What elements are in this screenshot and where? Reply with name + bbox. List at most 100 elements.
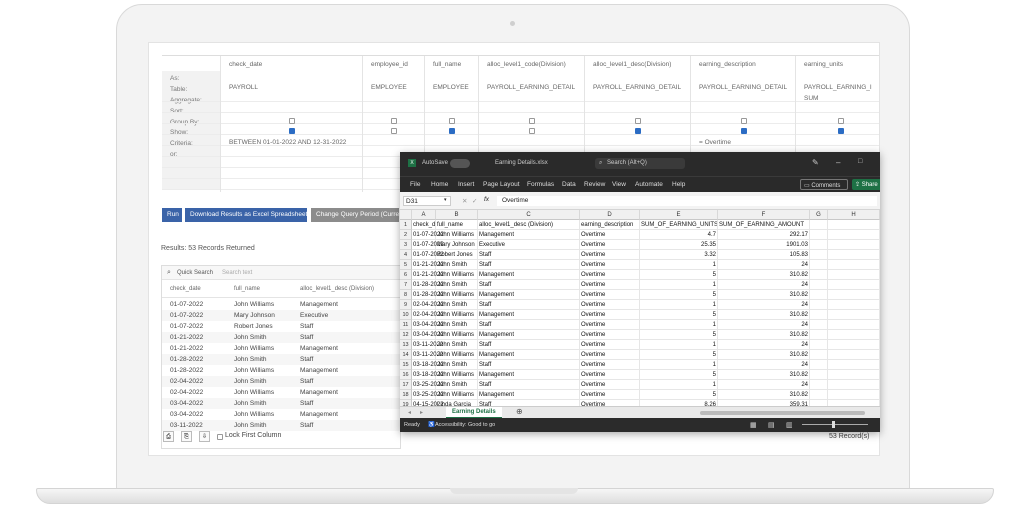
- normal-view-icon[interactable]: ▦: [750, 421, 757, 429]
- table-row[interactable]: 01-28-2022 John Williams Management: [162, 365, 402, 376]
- cell[interactable]: 01-07-2022: [412, 250, 444, 260]
- confirm-icon[interactable]: ✓: [472, 197, 477, 205]
- cell[interactable]: Management: [478, 270, 580, 280]
- cell[interactable]: 03-04-2022: [412, 320, 444, 330]
- cell[interactable]: Overtime: [580, 350, 640, 360]
- cell[interactable]: [810, 220, 828, 230]
- cell[interactable]: Overtime: [580, 330, 640, 340]
- group-by-checkbox[interactable]: [741, 118, 747, 124]
- ribbon-tab[interactable]: Automate: [635, 181, 663, 188]
- horizontal-scrollbar[interactable]: [700, 411, 865, 415]
- query-column-table[interactable]: PAYROLL: [229, 84, 258, 91]
- cell[interactable]: 310.82: [718, 310, 810, 320]
- cell[interactable]: 01-07-2022: [412, 230, 444, 240]
- cell[interactable]: 1: [640, 380, 718, 390]
- cell[interactable]: John Smith: [436, 320, 478, 330]
- table-row[interactable]: 03-11-2022 John Smith Staff: [162, 420, 402, 431]
- cell[interactable]: John Williams: [436, 330, 478, 340]
- cell[interactable]: 1: [640, 360, 718, 370]
- cell[interactable]: Management: [478, 290, 580, 300]
- comments-button[interactable]: ▭ Comments: [800, 179, 848, 190]
- cell[interactable]: [828, 230, 880, 240]
- table-row[interactable]: 01-28-2022 John Smith Staff: [162, 354, 402, 365]
- cell[interactable]: [810, 230, 828, 240]
- cell[interactable]: 01-28-2022: [412, 280, 444, 290]
- query-column-aggregate[interactable]: SUM: [804, 95, 818, 102]
- row-header[interactable]: 7: [400, 280, 412, 290]
- cell[interactable]: [810, 350, 828, 360]
- cell[interactable]: full_name: [436, 220, 478, 230]
- cell[interactable]: John Williams: [436, 290, 478, 300]
- cell[interactable]: John Williams: [436, 350, 478, 360]
- ribbon-tab[interactable]: Data: [562, 181, 576, 188]
- cell[interactable]: Staff: [478, 280, 580, 290]
- group-by-checkbox[interactable]: [391, 118, 397, 124]
- ribbon-tab[interactable]: Help: [672, 181, 685, 188]
- cell[interactable]: 5: [640, 370, 718, 380]
- grid-header-check-date[interactable]: check_date: [170, 286, 201, 292]
- cell[interactable]: 03-25-2022: [412, 380, 444, 390]
- print-icon[interactable]: ⎙: [163, 431, 174, 442]
- cell[interactable]: John Williams: [436, 310, 478, 320]
- column-header[interactable]: B: [436, 210, 478, 220]
- cell[interactable]: [810, 260, 828, 270]
- cell[interactable]: [828, 350, 880, 360]
- table-row[interactable]: 02-04-2022 John Smith Staff: [162, 376, 402, 387]
- cell[interactable]: Overtime: [580, 270, 640, 280]
- row-header[interactable]: 9: [400, 300, 412, 310]
- chevron-down-icon[interactable]: ▾: [444, 197, 447, 203]
- cell[interactable]: 24: [718, 380, 810, 390]
- query-column-field[interactable]: alloc_level1_desc(Division): [593, 61, 671, 68]
- cell[interactable]: [828, 330, 880, 340]
- page-layout-icon[interactable]: ▤: [768, 421, 775, 429]
- cell[interactable]: Staff: [478, 320, 580, 330]
- cell[interactable]: John Williams: [436, 370, 478, 380]
- cell[interactable]: Overtime: [580, 240, 640, 250]
- cell[interactable]: John Smith: [436, 280, 478, 290]
- cell[interactable]: Overtime: [580, 290, 640, 300]
- query-column-field[interactable]: employee_id: [371, 61, 408, 68]
- query-column-criteria[interactable]: BETWEEN 01-01-2022 AND 12-31-2022: [229, 139, 346, 146]
- pen-icon[interactable]: ✎: [812, 158, 819, 167]
- cell[interactable]: 24: [718, 300, 810, 310]
- group-by-checkbox[interactable]: [449, 118, 455, 124]
- column-header[interactable]: A: [412, 210, 436, 220]
- cell[interactable]: [828, 390, 880, 400]
- table-row[interactable]: 03-04-2022 John Smith Staff: [162, 398, 402, 409]
- cell[interactable]: John Smith: [436, 340, 478, 350]
- row-header[interactable]: 11: [400, 320, 412, 330]
- cell[interactable]: Executive: [478, 240, 580, 250]
- cell[interactable]: John Williams: [436, 390, 478, 400]
- row-header[interactable]: 16: [400, 370, 412, 380]
- show-checkbox[interactable]: [529, 128, 535, 134]
- cell[interactable]: earning_description: [580, 220, 640, 230]
- cell[interactable]: 310.82: [718, 370, 810, 380]
- page-break-icon[interactable]: ▥: [786, 421, 793, 429]
- cell[interactable]: Overtime: [580, 390, 640, 400]
- ribbon-tab[interactable]: Review: [584, 181, 605, 188]
- row-header[interactable]: 18: [400, 390, 412, 400]
- row-header[interactable]: 5: [400, 260, 412, 270]
- export-icon[interactable]: ⇩: [199, 431, 210, 442]
- maximize-icon[interactable]: □: [858, 158, 862, 165]
- cell[interactable]: [828, 370, 880, 380]
- cell[interactable]: 01-07-2022: [412, 240, 444, 250]
- cell[interactable]: Staff: [478, 380, 580, 390]
- cell[interactable]: Overtime: [580, 380, 640, 390]
- cell[interactable]: 310.82: [718, 390, 810, 400]
- row-header[interactable]: 12: [400, 330, 412, 340]
- zoom-slider[interactable]: [802, 424, 868, 425]
- cell[interactable]: 1: [640, 280, 718, 290]
- copy-icon[interactable]: ⎘: [181, 431, 192, 442]
- download-excel-button[interactable]: Download Results as Excel Spreadsheet: [185, 208, 307, 222]
- cell[interactable]: Overtime: [580, 280, 640, 290]
- fx-icon[interactable]: fx: [484, 196, 489, 203]
- cell[interactable]: [828, 360, 880, 370]
- cell[interactable]: 24: [718, 260, 810, 270]
- cell[interactable]: 1: [640, 300, 718, 310]
- query-column-field[interactable]: full_name: [433, 61, 461, 68]
- table-row[interactable]: 01-21-2022 John Williams Management: [162, 343, 402, 354]
- table-row[interactable]: 01-07-2022 Robert Jones Staff: [162, 321, 402, 332]
- show-checkbox[interactable]: [741, 128, 747, 134]
- cell[interactable]: 1: [640, 260, 718, 270]
